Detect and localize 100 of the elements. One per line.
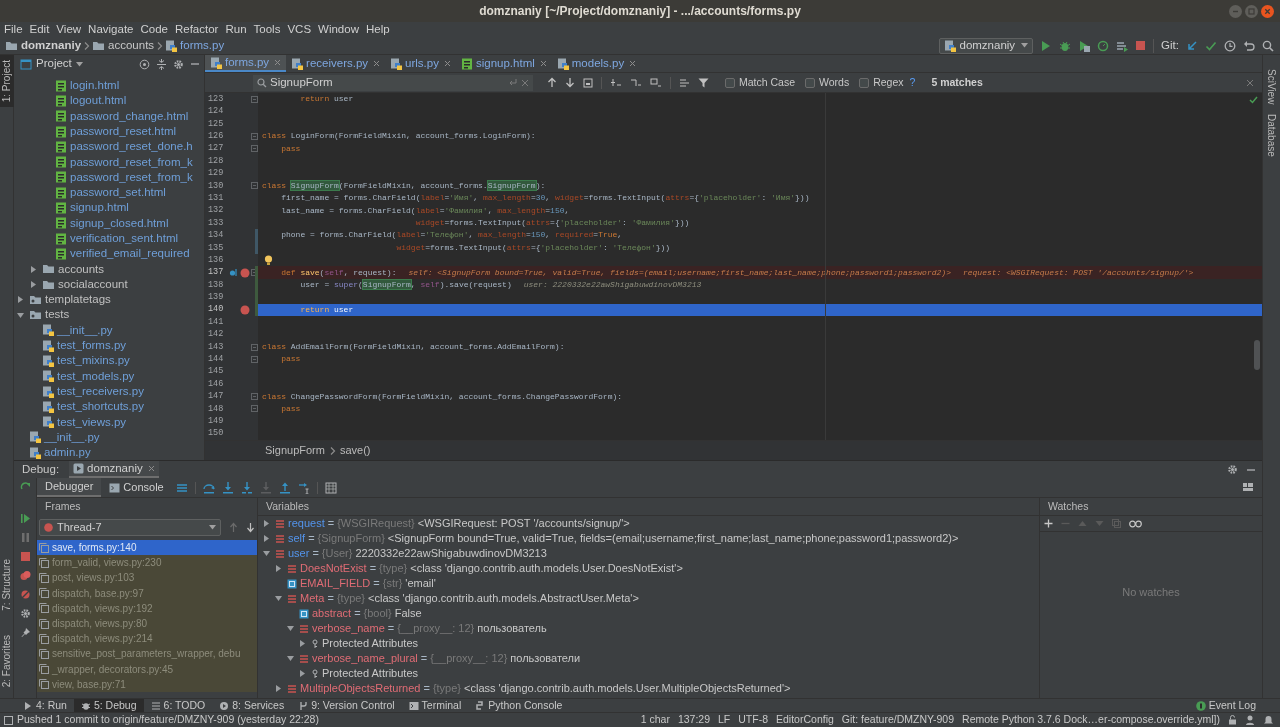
status-item[interactable]: 1 char bbox=[640, 712, 670, 727]
close-icon[interactable] bbox=[274, 59, 282, 66]
thread-dropdown[interactable]: Thread-7 bbox=[39, 518, 221, 536]
status-item[interactable]: Remote Python 3.7.6 Dock…er-compose.override.yml]) bbox=[962, 712, 1220, 727]
tool-window-button[interactable]: SciView bbox=[1264, 69, 1279, 105]
fold-marker-icon[interactable] bbox=[251, 132, 258, 140]
breadcrumb[interactable]: SignupForm bbox=[265, 442, 325, 459]
debug-button[interactable] bbox=[1059, 39, 1072, 52]
tree-item[interactable]: verification_sent.html bbox=[55, 230, 179, 248]
collapse-arrow-icon[interactable] bbox=[262, 549, 271, 558]
close-icon[interactable] bbox=[443, 60, 451, 67]
tree-item[interactable]: password_set.html bbox=[55, 184, 166, 202]
tool-window-button[interactable]: 9: Version Control bbox=[291, 699, 402, 712]
checkbox-label[interactable]: Regex bbox=[873, 74, 904, 91]
select-occurrences-icon[interactable] bbox=[650, 77, 662, 88]
minimize-button[interactable] bbox=[1229, 4, 1242, 18]
tool-window-button[interactable]: Python Console bbox=[468, 699, 570, 712]
fold-marker-icon[interactable] bbox=[251, 95, 258, 103]
step-into-my-code-icon[interactable] bbox=[240, 481, 253, 494]
lightbulb-icon[interactable] bbox=[264, 254, 273, 266]
stack-frame[interactable]: save, forms.py:140 bbox=[37, 540, 257, 556]
tree-item[interactable]: templatetags bbox=[29, 291, 111, 309]
checkbox-label[interactable]: Words bbox=[819, 74, 850, 91]
tree-item[interactable]: logout.html bbox=[55, 92, 127, 110]
profile-button[interactable] bbox=[1097, 39, 1110, 52]
update-project-icon[interactable] bbox=[1186, 39, 1198, 52]
menu-item[interactable]: View bbox=[56, 23, 82, 36]
mute-breakpoints-icon[interactable] bbox=[19, 589, 31, 600]
editor-tab[interactable]: models.py bbox=[551, 55, 642, 72]
menu-item[interactable]: Refactor bbox=[174, 23, 219, 36]
tree-item[interactable]: password_change.html bbox=[55, 107, 189, 125]
inspector-icon[interactable] bbox=[1245, 715, 1255, 725]
step-over-icon[interactable] bbox=[202, 481, 215, 494]
status-item[interactable]: UTF-8 bbox=[738, 712, 769, 727]
breakpoint-icon[interactable] bbox=[240, 267, 250, 278]
resume-icon[interactable] bbox=[19, 513, 31, 524]
menu-item[interactable]: VCS bbox=[287, 23, 312, 36]
editor-tab[interactable]: forms.py bbox=[205, 55, 287, 72]
evaluate-icon[interactable] bbox=[324, 481, 337, 494]
collapse-arrow-icon[interactable] bbox=[16, 310, 25, 320]
history-icon[interactable] bbox=[1224, 39, 1236, 52]
view-breakpoints-icon[interactable] bbox=[19, 570, 31, 581]
collapse-arrow-icon[interactable] bbox=[286, 624, 295, 633]
glasses-icon[interactable] bbox=[1129, 519, 1142, 528]
run-configuration-dropdown[interactable]: domznaniy bbox=[939, 37, 1034, 54]
menu-item[interactable]: Code bbox=[140, 23, 168, 36]
close-icon[interactable] bbox=[373, 60, 381, 67]
editor-tab[interactable]: urls.py bbox=[385, 55, 456, 72]
coverage-button[interactable] bbox=[1078, 39, 1091, 52]
breakpoint-icon[interactable] bbox=[240, 304, 250, 315]
tree-item[interactable]: socialaccount bbox=[42, 275, 128, 294]
editor-tab[interactable]: receivers.py bbox=[286, 55, 386, 72]
debugger-tab[interactable]: Console bbox=[101, 478, 172, 497]
expand-arrow-icon[interactable] bbox=[262, 534, 271, 543]
checkbox-label[interactable]: Match Case bbox=[739, 74, 796, 91]
tool-window-button[interactable]: Terminal bbox=[401, 699, 469, 712]
run-to-cursor-icon[interactable] bbox=[297, 481, 310, 494]
concurrency-button[interactable] bbox=[1116, 39, 1129, 52]
checkbox[interactable] bbox=[859, 77, 870, 88]
close-icon[interactable] bbox=[629, 60, 637, 67]
maximize-button[interactable] bbox=[1245, 4, 1258, 18]
pin-icon[interactable] bbox=[19, 627, 31, 638]
expand-arrow-icon[interactable] bbox=[298, 669, 307, 678]
settings-icon[interactable] bbox=[173, 58, 184, 70]
expand-arrow-icon[interactable] bbox=[274, 684, 283, 693]
expand-arrow-icon[interactable] bbox=[16, 295, 25, 305]
add-occurrence-icon[interactable] bbox=[610, 77, 622, 88]
tree-item[interactable]: __init__.py bbox=[42, 321, 113, 340]
event-log-button[interactable]: Event Log bbox=[1195, 699, 1256, 712]
debugger-tab[interactable]: Debugger bbox=[37, 478, 102, 497]
tool-window-button[interactable]: 2: Favorites bbox=[0, 629, 14, 692]
previous-match-icon[interactable] bbox=[547, 77, 557, 88]
clear-icon[interactable] bbox=[521, 78, 529, 87]
tree-item[interactable]: admin.py bbox=[29, 444, 91, 460]
breadcrumb[interactable]: accounts bbox=[92, 36, 155, 55]
breadcrumb[interactable]: save() bbox=[339, 442, 371, 459]
scrollbar-thumb[interactable] bbox=[1254, 340, 1260, 370]
tool-window-button[interactable]: Database bbox=[1264, 114, 1279, 158]
tree-item[interactable]: accounts bbox=[42, 260, 105, 278]
tree-item[interactable]: __init__.py bbox=[29, 428, 100, 447]
tool-window-button[interactable]: 4: Run bbox=[16, 699, 74, 712]
editor-tab[interactable]: signup.html bbox=[455, 55, 552, 72]
expand-arrow-icon[interactable] bbox=[29, 264, 38, 274]
fold-marker-icon[interactable] bbox=[251, 145, 258, 153]
settings-icon[interactable] bbox=[1227, 464, 1238, 475]
menu-item[interactable]: Navigate bbox=[88, 23, 134, 36]
add-icon[interactable] bbox=[1044, 519, 1053, 528]
stop-icon[interactable] bbox=[19, 551, 31, 562]
tree-item[interactable]: signup_closed.html bbox=[55, 214, 169, 232]
menu-item[interactable]: Window bbox=[318, 23, 359, 36]
tree-item[interactable]: password_reset_from_k bbox=[55, 168, 193, 187]
tool-window-button[interactable]: 5: Debug bbox=[73, 699, 144, 712]
step-into-icon[interactable] bbox=[221, 481, 234, 494]
settings-icon[interactable] bbox=[19, 608, 31, 619]
collapse-all-icon[interactable] bbox=[156, 58, 167, 70]
fold-marker-icon[interactable] bbox=[251, 355, 258, 363]
close-icon[interactable] bbox=[1246, 78, 1254, 87]
fold-marker-icon[interactable] bbox=[251, 182, 258, 190]
checkbox[interactable] bbox=[805, 77, 816, 88]
tree-item[interactable]: tests bbox=[29, 306, 70, 324]
